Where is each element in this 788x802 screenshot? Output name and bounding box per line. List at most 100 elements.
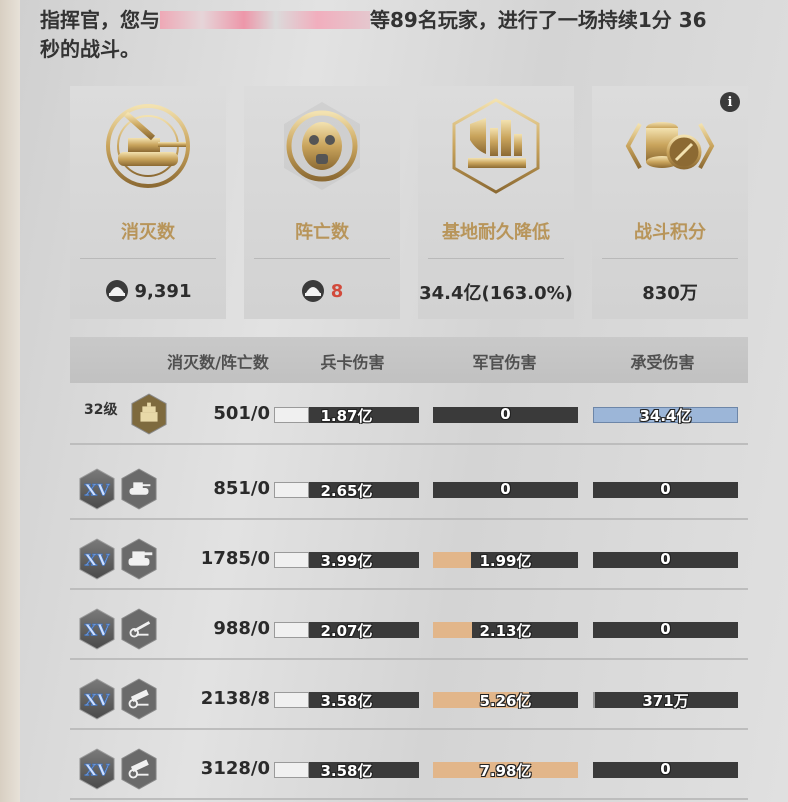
base-damage-value: 34.4亿(163.0%): [419, 283, 573, 304]
helmet-icon: [105, 280, 128, 302]
rank-xv-icon: XV: [79, 608, 115, 650]
coin-stack-emblem-icon: [625, 122, 715, 170]
heavy-tank-icon: [121, 538, 157, 580]
summary-start: 指挥官，您与: [40, 8, 160, 32]
divider: [428, 258, 564, 259]
troop-damage-bar-value: 2.07亿: [320, 622, 373, 640]
kills-deaths: 2138/8: [200, 688, 270, 709]
officer-damage-bar-value: 1.99亿: [479, 552, 532, 570]
damage-taken-bar-value: 0: [660, 480, 671, 498]
col-damage-taken: 承受伤害: [630, 353, 695, 372]
stat-value: 8: [244, 279, 400, 303]
officer-damage-bar-value: 0: [500, 405, 511, 423]
officer-damage-bar-value: 7.98亿: [479, 762, 532, 780]
damage-taken-bar-value: 371万: [642, 692, 689, 710]
rank-xv-icon: XV: [79, 748, 115, 790]
troop-damage-bar: 3.99亿: [274, 552, 419, 570]
damage-taken-bar: 0: [593, 620, 738, 638]
building-icon: [131, 393, 167, 435]
unit-badge: [120, 678, 158, 720]
stat-card-deaths: 阵亡数 8: [244, 86, 400, 319]
rocket-launcher-icon: [121, 678, 157, 720]
table-row: XV 3128/0 3.58亿 7.98亿 0: [70, 740, 748, 800]
troop-damage-bar: 3.58亿: [274, 692, 419, 710]
damage-taken-bar: 371万: [593, 692, 738, 710]
troop-damage-bar-value: 3.99亿: [320, 552, 373, 570]
battle-score-value: 830万: [642, 283, 698, 304]
base-shield-emblem-icon: [452, 98, 540, 194]
unit-badge: [120, 748, 158, 790]
svg-text:XV: XV: [84, 551, 110, 570]
tank-kill-emblem-icon: [106, 104, 190, 188]
row-divider: [70, 443, 748, 445]
row-divider: [70, 798, 748, 800]
rank-xv-icon: XV: [79, 678, 115, 720]
stat-card-kills: 消灭数 9,391: [70, 86, 226, 319]
officer-damage-bar: 2.13亿: [433, 622, 578, 640]
battle-summary-text: 指挥官，您与 等89名玩家，进行了一场持续1分 36 秒的战斗。: [40, 6, 780, 64]
player-level: 32级: [84, 402, 118, 418]
troop-damage-bar: 2.07亿: [274, 622, 419, 640]
kills-deaths: 988/0: [213, 618, 270, 639]
svg-text:XV: XV: [84, 481, 110, 500]
damage-taken-bar-value: 0: [660, 760, 671, 778]
damage-taken-bar: 34.4亿: [593, 407, 738, 425]
svg-text:XV: XV: [84, 621, 110, 640]
stat-card-battle-score: i 战斗积分 830万: [592, 86, 748, 319]
stat-card-base-damage: 基地耐久降低 34.4亿(163.0%): [418, 86, 574, 319]
unit-badge: [120, 538, 158, 580]
redacted-player-names: [160, 11, 370, 29]
row-divider: [70, 588, 748, 590]
troop-damage-bar-value: 1.87亿: [320, 407, 373, 425]
damage-taken-bar-value: 34.4亿: [639, 407, 692, 425]
unit-badge: [120, 608, 158, 650]
svg-text:XV: XV: [84, 691, 110, 710]
kills-deaths: 501/0: [213, 403, 270, 424]
rocket-launcher-icon: [121, 748, 157, 790]
officer-damage-bar: 0: [433, 480, 578, 498]
divider: [602, 258, 738, 259]
unit-badge: [120, 468, 158, 510]
table-header: 消灭数/阵亡数 兵卡伤害 军官伤害 承受伤害: [70, 337, 748, 383]
officer-damage-bar-value: 0: [500, 480, 511, 498]
officer-damage-bar: 5.26亿: [433, 692, 578, 710]
col-kd: 消灭数/阵亡数: [167, 353, 269, 372]
rank-xv-icon: XV: [79, 468, 115, 510]
table-row: XV 988/0 2.07亿 2.13亿 0: [70, 600, 748, 660]
col-troop-damage: 兵卡伤害: [320, 353, 385, 372]
deaths-value: 8: [330, 280, 344, 302]
troop-damage-bar-value: 3.58亿: [320, 692, 373, 710]
damage-taken-bar-value: 0: [660, 550, 671, 568]
unit-badge: [130, 393, 168, 435]
officer-damage-bar: 0: [433, 405, 578, 423]
damage-taken-bar: 0: [593, 480, 738, 498]
rank-badge: XV: [78, 468, 116, 510]
artillery-icon: [121, 608, 157, 650]
table-row: 32级 501/0 1.87亿 0 34.4亿: [70, 385, 748, 445]
info-icon[interactable]: i: [720, 92, 740, 112]
kills-deaths: 851/0: [213, 478, 270, 499]
troop-damage-bar: 1.87亿: [274, 407, 419, 425]
officer-damage-bar: 1.99亿: [433, 552, 578, 570]
rank-xv-icon: XV: [79, 538, 115, 580]
troop-damage-bar: 2.65亿: [274, 482, 419, 500]
kills-deaths: 3128/0: [200, 758, 270, 779]
damage-taken-bar: 0: [593, 760, 738, 778]
summary-line2: 秒的战斗。: [40, 37, 140, 61]
summary-end: 等89名玩家，进行了一场持续1分 36: [370, 8, 707, 32]
damage-taken-bar: 0: [593, 550, 738, 568]
stat-label: 阵亡数: [295, 222, 349, 243]
officer-damage-bar-value: 2.13亿: [479, 622, 532, 640]
kills-deaths: 1785/0: [200, 548, 270, 569]
stat-label: 基地耐久降低: [442, 222, 550, 243]
divider: [254, 258, 390, 259]
gasmask-target-emblem-icon: [278, 100, 366, 192]
row-divider: [70, 728, 748, 730]
rank-badge: XV: [78, 678, 116, 720]
officer-damage-bar: 7.98亿: [433, 762, 578, 780]
table-row: XV 1785/0 3.99亿 1.99亿 0: [70, 530, 748, 590]
rank-badge: XV: [78, 748, 116, 790]
stat-label: 消灭数: [121, 222, 175, 243]
troop-damage-bar-value: 3.58亿: [320, 762, 373, 780]
stat-value: 9,391: [70, 279, 226, 303]
